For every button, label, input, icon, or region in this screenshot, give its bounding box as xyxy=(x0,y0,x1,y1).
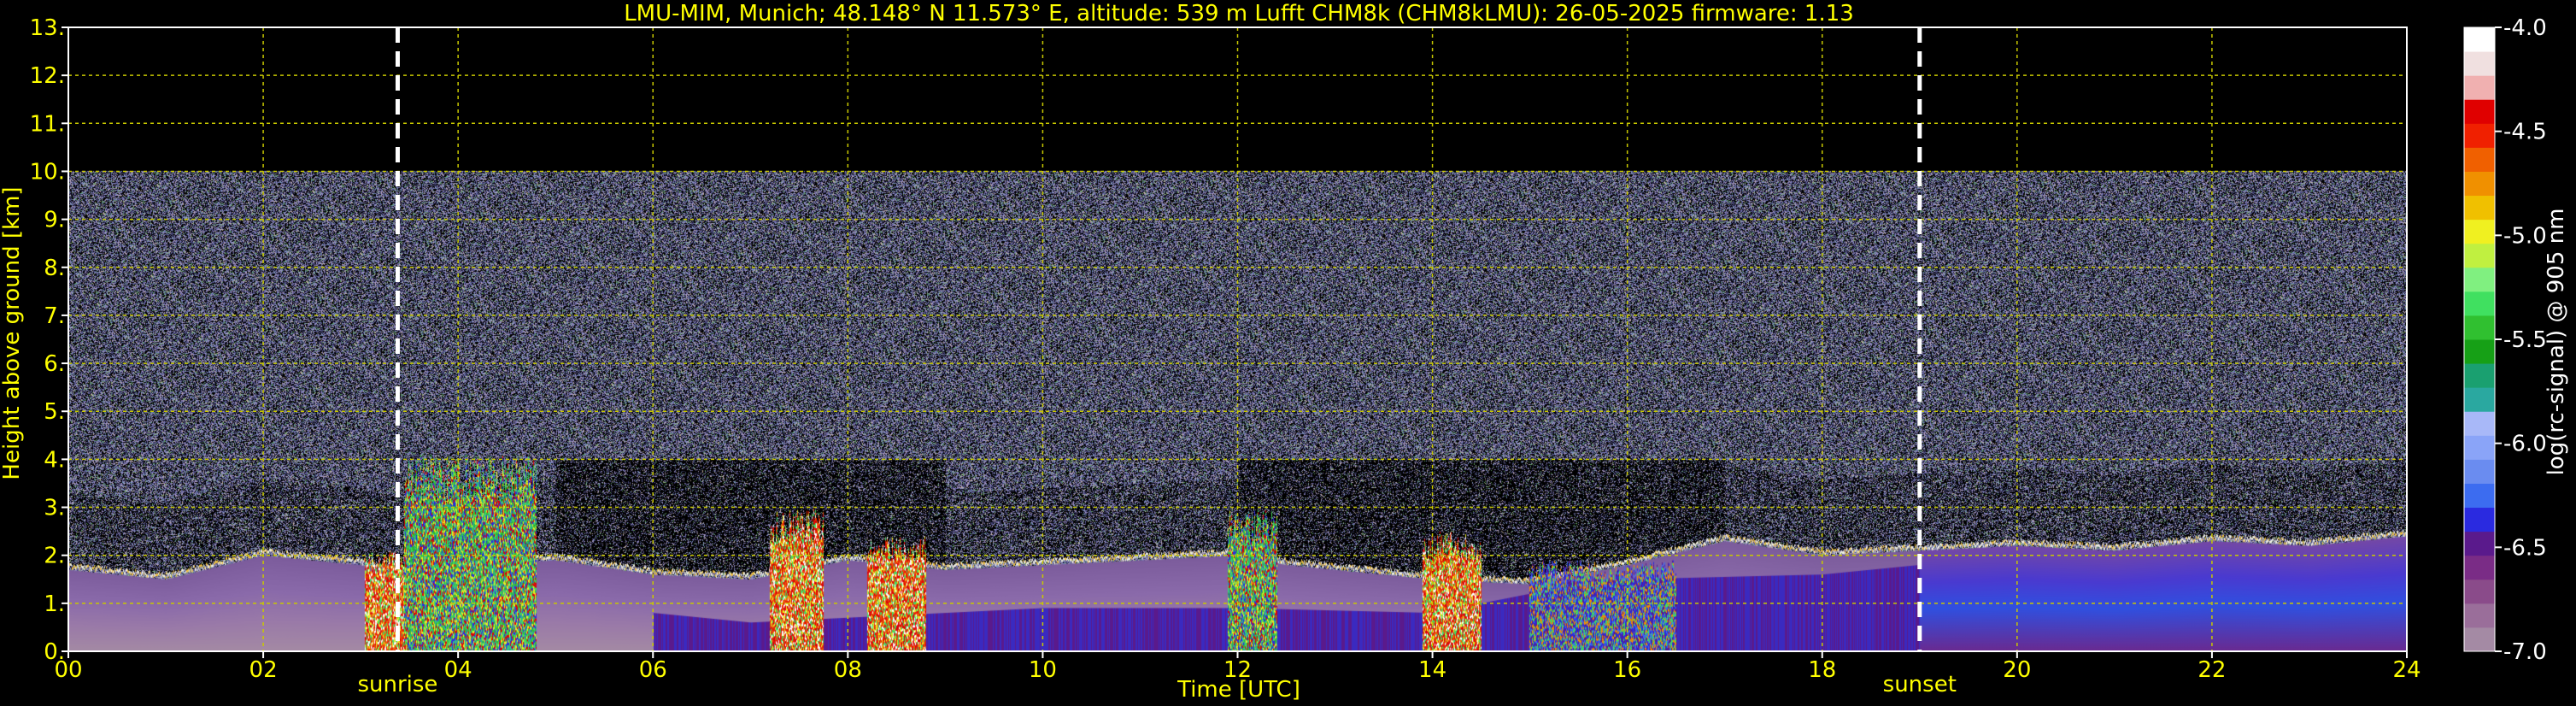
colorbar-swatch xyxy=(2464,267,2495,292)
y-tick-label: 9. xyxy=(44,208,65,233)
colorbar-swatch xyxy=(2464,27,2495,52)
y-tick-label: 1. xyxy=(44,591,65,617)
heatmap-image xyxy=(68,27,2407,651)
colorbar-tick-label: -4.0 xyxy=(2503,15,2547,41)
y-axis-label: Height above ground [km] xyxy=(0,186,25,479)
colorbar-swatch xyxy=(2464,603,2495,628)
colorbar-swatch xyxy=(2464,531,2495,556)
x-tick-label: 04 xyxy=(444,657,472,683)
colorbar-tick-label: -6.5 xyxy=(2503,535,2547,561)
x-tick-label: 22 xyxy=(2198,657,2226,683)
x-tick-label: 08 xyxy=(834,657,862,683)
colorbar-label: log(rc-signal) @ 905 nm xyxy=(2544,209,2569,476)
ceilometer-chart: sunrise sunset 00 02 04 06 08 10 12 14 16 18 20 22 24… xyxy=(0,1,2569,703)
y-tick-label: 4. xyxy=(44,447,65,473)
colorbar-swatch xyxy=(2464,483,2495,509)
y-tick-label: 7. xyxy=(44,303,65,329)
y-tick-label: 12. xyxy=(30,63,65,89)
colorbar-swatch xyxy=(2464,435,2495,460)
sunset-label: sunset xyxy=(1883,672,1957,697)
colorbar-swatch xyxy=(2464,195,2495,221)
backscatter-heatmap xyxy=(68,27,2407,651)
colorbar-swatch xyxy=(2464,99,2495,124)
x-tick-label: 24 xyxy=(2392,657,2421,683)
y-tick-label: 6. xyxy=(44,351,65,377)
colorbar: -4.0 -4.5 -5.0 -5.5 -6.0 -6.5 -7.0 xyxy=(2463,15,2547,665)
x-tick-label: 14 xyxy=(1418,657,1446,683)
colorbar-tick-label: -5.5 xyxy=(2503,327,2547,353)
y-tick-label: 3. xyxy=(44,496,65,521)
y-tick-label: 5. xyxy=(44,399,65,425)
colorbar-swatch xyxy=(2464,387,2495,412)
y-tick-label: 2. xyxy=(44,544,65,569)
sunrise-label: sunrise xyxy=(357,672,437,697)
colorbar-swatch xyxy=(2464,459,2495,484)
colorbar-swatch xyxy=(2464,147,2495,172)
x-tick-label: 06 xyxy=(639,657,667,683)
colorbar-swatch xyxy=(2464,627,2495,652)
colorbar-swatch xyxy=(2464,171,2495,197)
colorbar-tick-label: -4.5 xyxy=(2503,120,2547,145)
x-tick-label: 20 xyxy=(2003,657,2031,683)
y-tick-label: 13. xyxy=(30,15,65,41)
y-tick-label: 8. xyxy=(44,256,65,281)
colorbar-swatch xyxy=(2464,291,2495,316)
colorbar-swatch xyxy=(2464,507,2495,532)
colorbar-swatch xyxy=(2464,219,2495,244)
colorbar-tick-label: -6.0 xyxy=(2503,432,2547,457)
colorbar-swatch xyxy=(2464,51,2495,76)
colorbar-swatch xyxy=(2464,555,2495,580)
colorbar-tick-label: -7.0 xyxy=(2503,639,2547,665)
x-tick-label: 16 xyxy=(1613,657,1641,683)
colorbar-swatch xyxy=(2464,123,2495,148)
y-tick-label: 10. xyxy=(30,159,65,185)
colorbar-swatch xyxy=(2464,75,2495,100)
colorbar-swatch xyxy=(2464,363,2495,388)
colorbar-swatch xyxy=(2464,243,2495,268)
colorbar-swatch xyxy=(2464,411,2495,436)
x-axis-label: Time [UTC] xyxy=(1177,677,1300,703)
colorbar-tick-label: -5.0 xyxy=(2503,223,2547,249)
x-tick-label: 10 xyxy=(1029,657,1057,683)
y-tick-label: 11. xyxy=(30,111,65,137)
colorbar-swatch xyxy=(2464,315,2495,340)
x-tick-label: 02 xyxy=(249,657,278,683)
y-tick-label: 0. xyxy=(44,639,65,665)
colorbar-swatch xyxy=(2464,339,2495,364)
chart-title: LMU-MIM, Munich; 48.148° N 11.573° E, al… xyxy=(624,1,1854,26)
x-tick-label: 18 xyxy=(1808,657,1836,683)
colorbar-swatch xyxy=(2464,579,2495,604)
